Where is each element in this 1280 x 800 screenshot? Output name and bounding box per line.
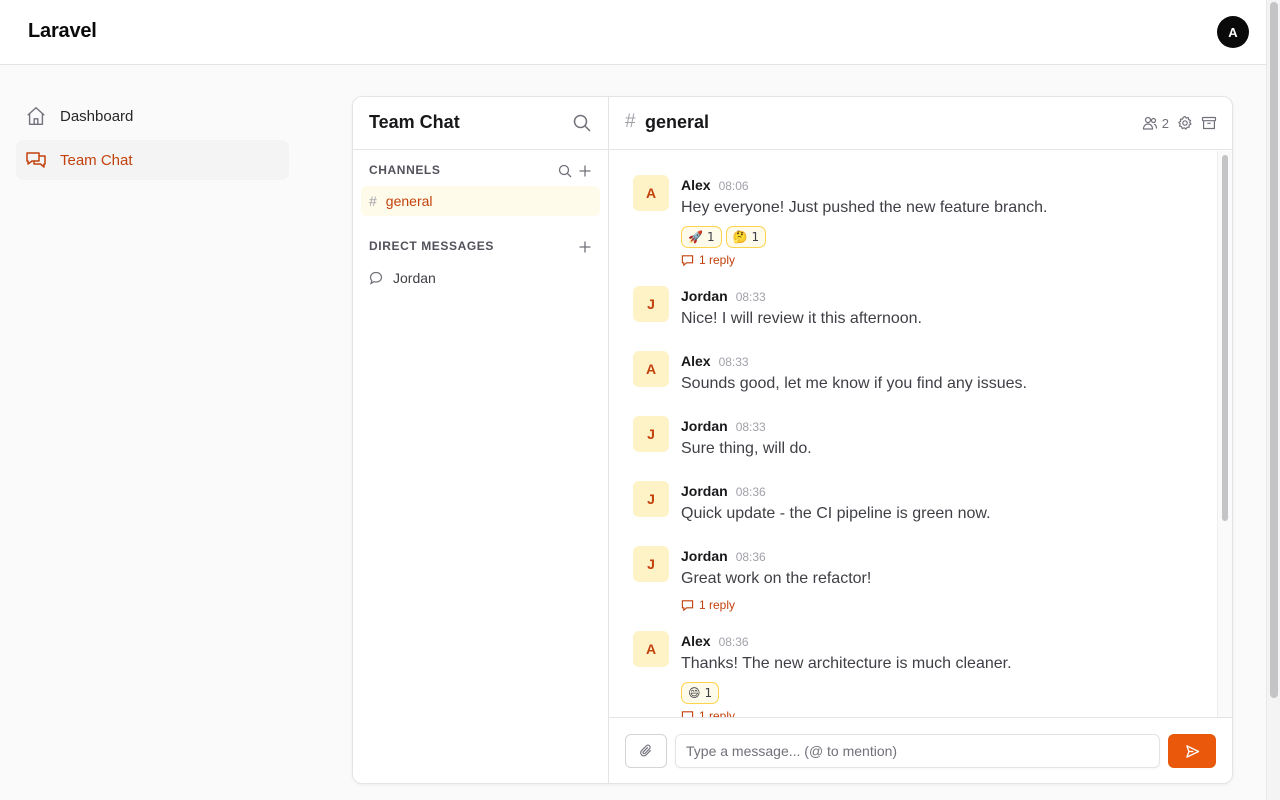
home-icon <box>24 104 48 128</box>
sidebar-item-dashboard[interactable]: Dashboard <box>16 96 289 136</box>
message-time: 08:36 <box>735 550 766 564</box>
reply-count: 1 reply <box>699 253 736 267</box>
message-text: Sure thing, will do. <box>681 440 812 457</box>
author-avatar: J <box>633 481 669 517</box>
speech-bubble-icon <box>369 270 385 286</box>
author-avatar: J <box>633 416 669 452</box>
hash-icon: # <box>369 193 377 209</box>
search-icon[interactable] <box>572 113 592 133</box>
message-author[interactable]: Alex <box>681 353 711 369</box>
thinking-emoji: 🤔 <box>732 230 748 244</box>
message-input[interactable] <box>675 734 1160 768</box>
sidebar-item-team-chat[interactable]: Team Chat <box>16 140 289 180</box>
reply-icon <box>681 254 694 266</box>
reaction-chip[interactable]: 😄 1 <box>681 682 720 704</box>
reaction-chip[interactable]: 🤔 1 <box>725 226 767 248</box>
reply-count: 1 reply <box>699 709 736 717</box>
attach-button[interactable] <box>625 734 667 768</box>
page-scrollbar-thumb[interactable] <box>1270 2 1278 698</box>
hash-icon: # <box>625 111 636 132</box>
chat-title: Team Chat <box>369 112 460 132</box>
message-composer <box>609 717 1232 783</box>
reply-icon <box>681 710 694 717</box>
message-time: 08:33 <box>735 290 766 304</box>
user-avatar[interactable]: A <box>1217 16 1249 48</box>
message-text: Quick update - the CI pipeline is green … <box>681 505 991 522</box>
reply-icon <box>681 599 694 611</box>
message-time: 08:33 <box>718 355 749 369</box>
archive-icon[interactable] <box>1201 115 1217 131</box>
add-direct-message-icon[interactable] <box>578 240 592 254</box>
dm-item-jordan[interactable]: Jordan <box>361 264 600 292</box>
message-author[interactable]: Jordan <box>681 418 728 434</box>
sidebar-item-label: Team Chat <box>60 151 133 169</box>
send-icon <box>1185 744 1199 758</box>
author-avatar: J <box>633 546 669 582</box>
grinning-emoji: 😄 <box>688 686 701 700</box>
search-channels-icon[interactable] <box>558 164 572 178</box>
replies-link[interactable]: 1 reply <box>681 253 735 267</box>
add-channel-icon[interactable] <box>578 164 592 178</box>
message-author[interactable]: Alex <box>681 177 711 193</box>
direct-messages-label: DIRECT MESSAGES <box>369 239 495 253</box>
channel-item-general[interactable]: # general <box>361 186 600 216</box>
author-avatar: A <box>633 175 669 211</box>
author-avatar: A <box>633 631 669 667</box>
reply-count: 1 reply <box>699 598 736 612</box>
message-time: 08:33 <box>735 420 766 434</box>
page-scrollbar[interactable] <box>1266 0 1280 800</box>
paperclip-icon <box>640 744 651 757</box>
brand-logo[interactable]: Laravel <box>28 20 97 43</box>
chat-bubbles-icon <box>24 148 48 172</box>
message-text: Great work on the refactor! <box>681 570 872 587</box>
message-scrollbar[interactable] <box>1217 151 1232 717</box>
message-author[interactable]: Jordan <box>681 288 728 304</box>
channel-header: # general 2 <box>609 97 1232 150</box>
send-button[interactable] <box>1168 734 1216 768</box>
gear-icon[interactable] <box>1177 115 1193 131</box>
message-text: Hey everyone! Just pushed the new featur… <box>681 199 1048 216</box>
top-bar: Laravel A <box>0 0 1266 65</box>
channels-label: CHANNELS <box>369 163 441 177</box>
users-icon <box>1142 115 1158 131</box>
members-button[interactable]: 2 <box>1142 115 1169 131</box>
reaction-count: 1 <box>704 686 713 700</box>
reaction-count: 1 <box>706 230 715 244</box>
rocket-emoji: 🚀 <box>688 230 703 244</box>
chat-panel: Team Chat CHANNELS # general DIRECT MESS… <box>352 96 1233 784</box>
replies-link[interactable]: 1 reply <box>681 598 735 612</box>
sidebar-item-label: Dashboard <box>60 107 134 125</box>
message-scrollbar-thumb[interactable] <box>1222 155 1228 521</box>
message-time: 08:36 <box>718 635 749 649</box>
channel-name: general <box>385 193 433 209</box>
chat-header: Team Chat <box>353 97 608 150</box>
reaction-chip[interactable]: 🚀 1 <box>681 226 722 248</box>
dm-name: Jordan <box>393 270 436 286</box>
channel-title: general <box>645 112 710 132</box>
message-author[interactable]: Alex <box>681 633 711 649</box>
replies-link[interactable]: 1 reply <box>681 709 735 717</box>
message-author[interactable]: Jordan <box>681 548 728 564</box>
message-author[interactable]: Jordan <box>681 483 728 499</box>
message-text: Nice! I will review it this afternoon. <box>681 310 922 327</box>
message-text: Sounds good, let me know if you find any… <box>681 375 1027 392</box>
channel-list-pane: Team Chat CHANNELS # general DIRECT MESS… <box>353 97 609 783</box>
message-time: 08:36 <box>735 485 766 499</box>
message-time: 08:06 <box>718 179 749 193</box>
author-avatar: A <box>633 351 669 387</box>
author-avatar: J <box>633 286 669 322</box>
message-text: Thanks! The new architecture is much cle… <box>681 655 1012 672</box>
member-count: 2 <box>1161 115 1169 131</box>
message-list[interactable]: A Alex 08:06 Hey everyone! Just pushed t… <box>609 151 1232 717</box>
reaction-count: 1 <box>751 230 760 244</box>
